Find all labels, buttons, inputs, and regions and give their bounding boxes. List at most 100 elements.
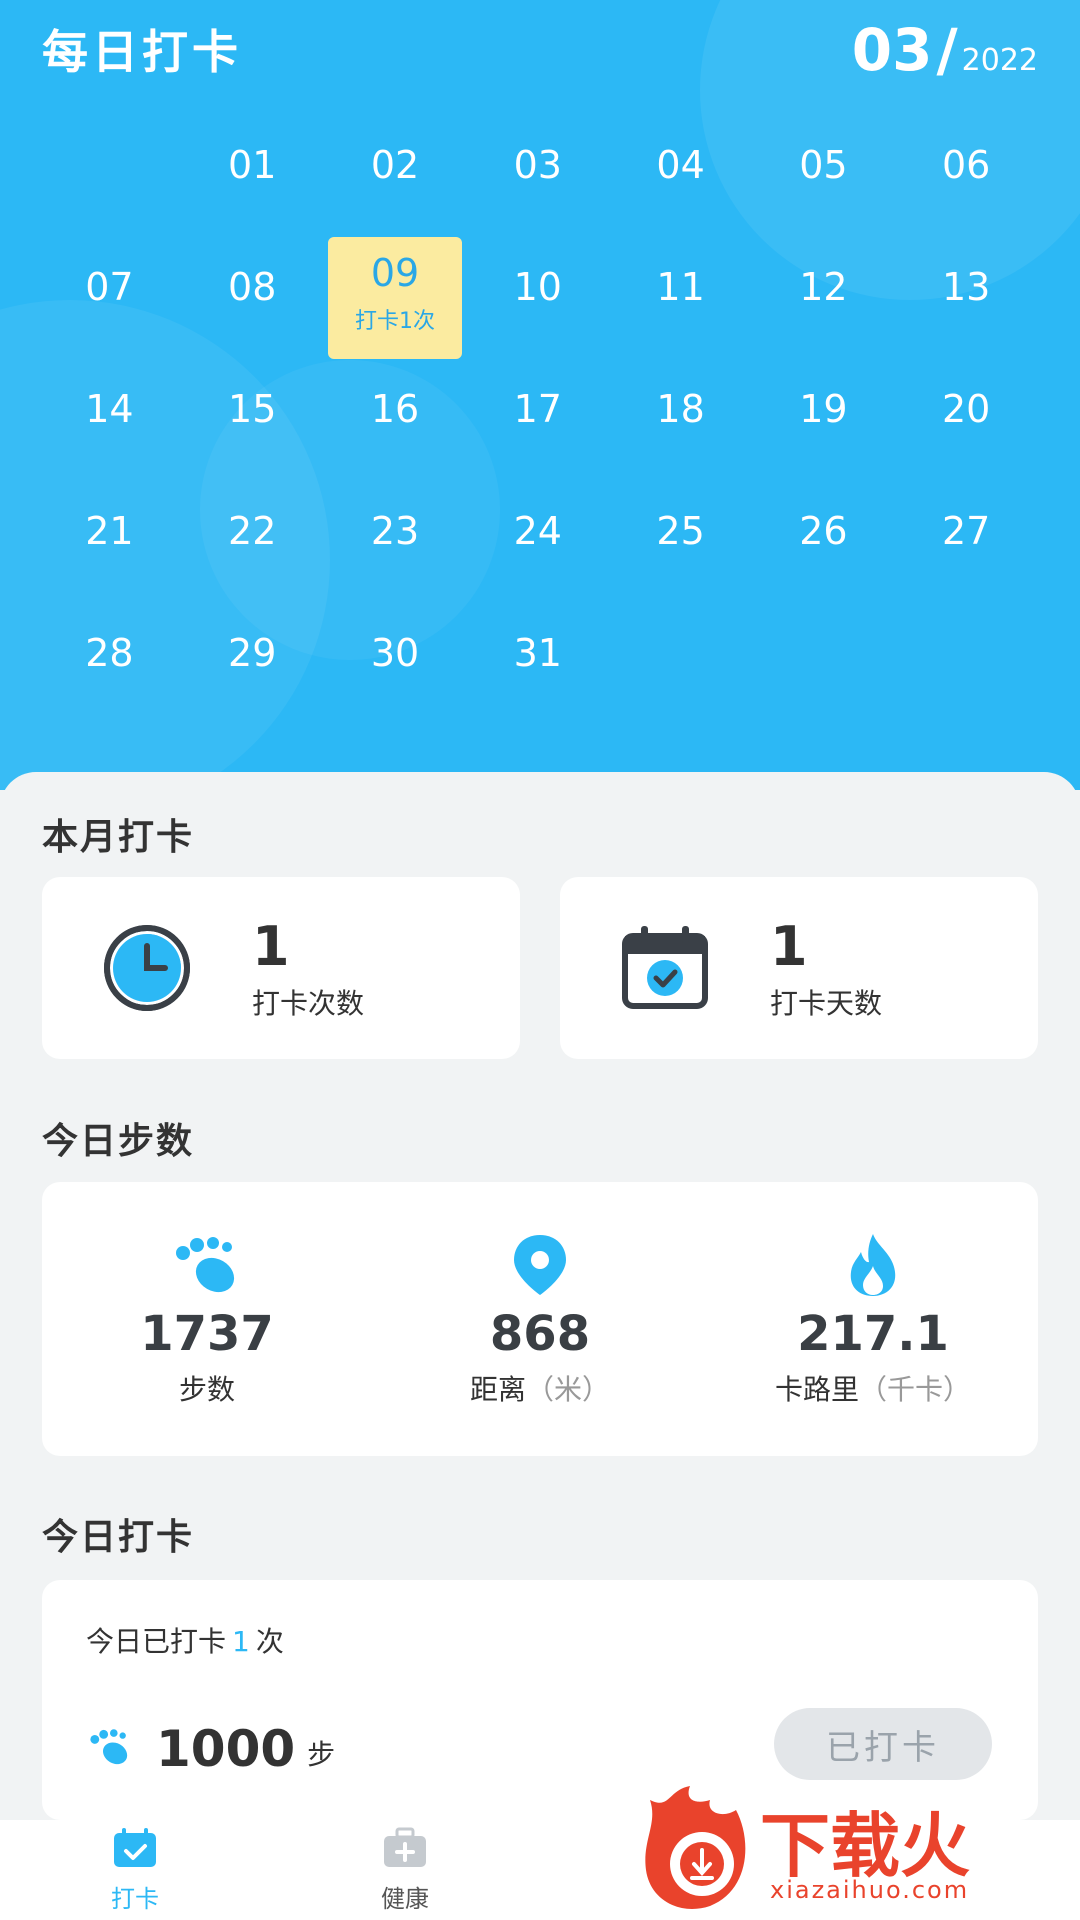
year-label: 2022 — [961, 43, 1038, 78]
calendar-day[interactable]: 03 — [466, 115, 609, 237]
distance-unit: （米） — [526, 1373, 611, 1406]
today-checkin-prefix: 今日已打卡 — [86, 1625, 227, 1658]
nav-item-checkin-label: 打卡 — [111, 1884, 159, 1913]
calendar-check-icon — [610, 913, 720, 1023]
calendar-day[interactable]: 06 — [895, 115, 1038, 237]
calendar-day[interactable]: 04 — [609, 115, 752, 237]
calendar-day[interactable]: 24 — [466, 481, 609, 603]
calendar-day[interactable]: 05 — [752, 115, 895, 237]
calendar-day[interactable]: 09 打卡1次 — [327, 237, 463, 359]
flame-logo-icon — [645, 1786, 746, 1909]
footprint-icon — [42, 1230, 372, 1300]
calendar-day-number: 02 — [370, 143, 420, 187]
calendar-day-number: 06 — [942, 143, 991, 187]
calendar-day-number: 27 — [942, 509, 991, 553]
calendar-day-number: 29 — [228, 631, 277, 675]
calendar-day-number: 04 — [656, 143, 705, 187]
calories-unit: （千卡） — [859, 1373, 972, 1406]
step-goal-unit: 步 — [307, 1738, 336, 1771]
calendar-day-number: 19 — [799, 387, 848, 431]
calendar-day-number: 01 — [228, 143, 277, 187]
calendar-day[interactable]: 12 — [752, 237, 895, 359]
calendar-day[interactable]: 14 — [38, 359, 181, 481]
calendar-day[interactable]: 01 — [181, 115, 324, 237]
nav-item-checkin[interactable]: 打卡 — [0, 1820, 270, 1920]
calendar-day-number: 22 — [228, 509, 277, 553]
flame-icon — [708, 1230, 1038, 1300]
today-checkin-summary: 今日已打卡 1 次 — [86, 1620, 284, 1660]
calendar-day-number: 05 — [799, 143, 848, 187]
clock-icon — [92, 913, 202, 1023]
calendar-day[interactable]: 16 — [324, 359, 467, 481]
calendar-day-number: 21 — [85, 509, 134, 553]
calendar-day-number: 24 — [513, 509, 562, 553]
calendar-day[interactable]: 26 — [752, 481, 895, 603]
calendar-day-number: 23 — [370, 509, 420, 553]
footprint-icon — [86, 1728, 134, 1770]
steps-card: 1737 步数 868 距离（米） 217.1 卡路里（千卡） — [42, 1182, 1038, 1456]
nav-item-health-label: 健康 — [381, 1884, 429, 1913]
calendar-day-number: 13 — [942, 265, 991, 309]
steps-stat: 1737 步数 — [42, 1182, 372, 1408]
calendar-day[interactable]: 17 — [466, 359, 609, 481]
calendar-day-number: 12 — [799, 265, 848, 309]
calendar-day[interactable]: 31 — [466, 603, 609, 725]
checkin-days-label: 打卡天数 — [770, 986, 883, 1020]
calendar-day-number: 25 — [656, 509, 705, 553]
calendar-day[interactable]: 29 — [181, 603, 324, 725]
month-year-slash: / — [936, 16, 958, 84]
today-checkin-count: 1 — [232, 1625, 250, 1658]
calendar-day[interactable]: 10 — [466, 237, 609, 359]
month-year[interactable]: 03/2022 — [852, 16, 1038, 84]
calendar-grid: 01 02 03 04 05 06 07 08 09 打卡1次 10 11 12 13 14 15 16 17 18… — [38, 115, 1038, 725]
nav-item-health[interactable]: 健康 — [270, 1820, 540, 1920]
calendar-day-number: 31 — [513, 631, 562, 675]
calendar-day[interactable]: 07 — [38, 237, 181, 359]
calendar-day-number: 15 — [228, 387, 277, 431]
calendar-day[interactable]: 28 — [38, 603, 181, 725]
calendar-day-number: 26 — [799, 509, 848, 553]
calendar-day-number: 10 — [513, 265, 562, 309]
calendar-day[interactable]: 30 — [324, 603, 467, 725]
calendar-day[interactable]: 27 — [895, 481, 1038, 603]
steps-value: 1737 — [140, 1306, 274, 1362]
checked-in-button[interactable]: 已打卡 — [774, 1708, 992, 1780]
calendar-day[interactable]: 22 — [181, 481, 324, 603]
calendar-day-number: 03 — [513, 143, 562, 187]
main-content: 本月打卡 1 打卡次数 1 打卡天数 今日步数 1737 步数 868 距离（米… — [0, 772, 1080, 1822]
location-pin-icon — [375, 1230, 705, 1300]
medical-kit-icon — [382, 1827, 428, 1873]
calendar-day[interactable]: 15 — [181, 359, 324, 481]
calendar-day[interactable]: 21 — [38, 481, 181, 603]
calendar-day[interactable]: 25 — [609, 481, 752, 603]
checkin-days-value: 1 — [770, 914, 808, 978]
calendar-day[interactable]: 18 — [609, 359, 752, 481]
today-checkin-suffix: 次 — [255, 1625, 284, 1658]
calendar-day-number: 30 — [370, 631, 420, 675]
distance-stat: 868 距离（米） — [375, 1182, 705, 1408]
checkin-count-card: 1 打卡次数 — [42, 877, 520, 1059]
section-title-month: 本月打卡 — [42, 817, 195, 858]
section-title-steps: 今日步数 — [42, 1121, 195, 1162]
calendar-day[interactable]: 23 — [324, 481, 467, 603]
calendar-day-number: 16 — [370, 387, 420, 431]
calendar-day-number: 20 — [942, 387, 991, 431]
calendar-day[interactable]: 13 — [895, 237, 1038, 359]
calendar-day-number: 11 — [656, 265, 705, 309]
calories-label: 卡路里 — [774, 1373, 859, 1406]
page-title: 每日打卡 — [42, 25, 242, 79]
calendar-day[interactable]: 08 — [181, 237, 324, 359]
watermark-logo: 下载火 xiazaihuo.com — [640, 1780, 1080, 1920]
calendar-day[interactable]: 02 — [324, 115, 467, 237]
calendar-day-number: 14 — [85, 387, 134, 431]
calendar-day-number: 09 — [370, 251, 420, 295]
calendar-day[interactable]: 19 — [752, 359, 895, 481]
calendar-day[interactable]: 11 — [609, 237, 752, 359]
calories-value: 217.1 — [797, 1306, 949, 1362]
section-title-today-checkin: 今日打卡 — [42, 1517, 195, 1558]
checkin-count-value: 1 — [252, 914, 290, 978]
step-goal-value: 1000 — [156, 1720, 296, 1778]
calendar-day-number: 28 — [85, 631, 134, 675]
calendar-day-checkin-note: 打卡1次 — [354, 309, 435, 334]
calendar-day[interactable]: 20 — [895, 359, 1038, 481]
